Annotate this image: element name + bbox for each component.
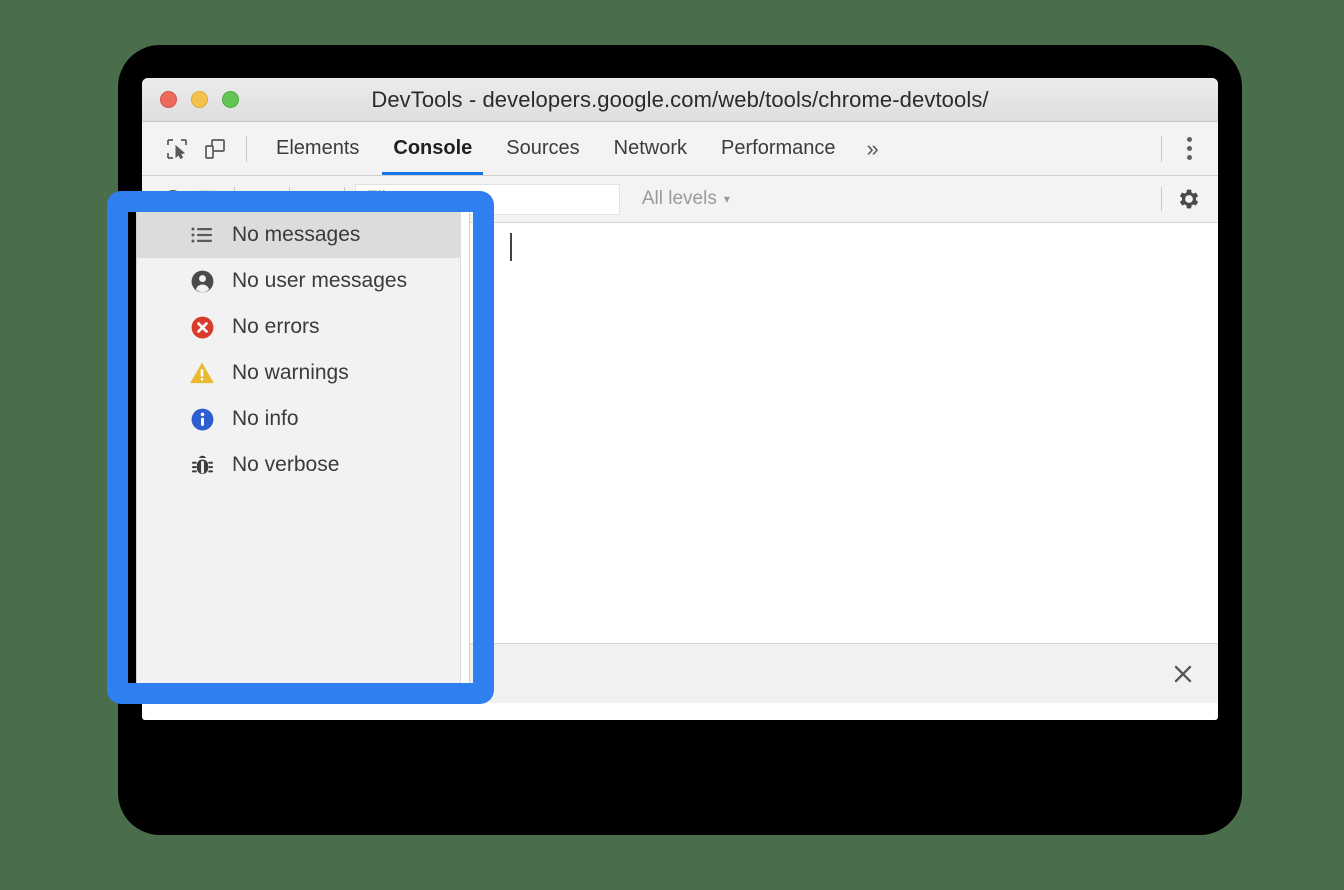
context-selector-caret-icon[interactable]: ▼: [245, 191, 279, 207]
error-icon: [189, 314, 215, 340]
menu-scrollbar[interactable]: [460, 212, 469, 683]
traffic-lights: [142, 91, 239, 108]
tab-sources[interactable]: Sources: [489, 122, 596, 175]
tabbar-divider: [246, 135, 247, 162]
bug-icon: [189, 452, 215, 478]
tab-network[interactable]: Network: [597, 122, 704, 175]
tabs-overflow-icon[interactable]: »: [853, 122, 893, 175]
menu-item-no-user-messages[interactable]: No user messages: [137, 258, 469, 304]
log-levels-label: All levels: [641, 188, 717, 209]
device-toolbar-icon[interactable]: [196, 130, 234, 168]
menu-item-no-warnings[interactable]: No warnings: [137, 350, 469, 396]
console-sidebar-menu: No messages No user messages No errors N…: [136, 212, 470, 684]
menu-item-no-info[interactable]: No info: [137, 396, 469, 442]
gear-icon[interactable]: [1172, 182, 1206, 216]
toolbar-divider-4: [1161, 187, 1162, 211]
console-sidebar-icon[interactable]: [190, 182, 224, 216]
window-titlebar: DevTools - developers.google.com/web/too…: [142, 78, 1218, 122]
menu-item-label: No verbose: [232, 453, 340, 476]
inspect-element-icon[interactable]: [158, 130, 196, 168]
menu-item-no-messages[interactable]: No messages: [137, 212, 469, 258]
more-vertical-icon[interactable]: [1174, 132, 1204, 166]
console-prompt-caret: [510, 233, 512, 261]
menu-item-label: No info: [232, 407, 299, 430]
log-levels-dropdown[interactable]: All levels ▾: [642, 188, 730, 210]
filter-input[interactable]: Filter: [354, 183, 620, 215]
window-title: DevTools - developers.google.com/web/too…: [371, 86, 989, 112]
eye-icon[interactable]: [300, 182, 334, 216]
list-icon: [189, 222, 215, 248]
menu-item-label: No user messages: [232, 269, 408, 292]
clear-console-icon[interactable]: [156, 182, 190, 216]
zoom-window-icon[interactable]: [222, 91, 239, 108]
info-icon: [189, 406, 215, 432]
tab-elements[interactable]: Elements: [259, 122, 376, 175]
tab-console[interactable]: Console: [376, 122, 489, 175]
close-drawer-icon[interactable]: [1170, 661, 1196, 687]
toolbar-divider-1: [234, 187, 235, 211]
tabbar-divider-right: [1161, 135, 1162, 162]
menu-item-label: No messages: [232, 223, 361, 246]
tab-performance[interactable]: Performance: [704, 122, 853, 175]
close-window-icon[interactable]: [160, 91, 177, 108]
chevron-down-icon: ▾: [723, 192, 730, 206]
person-icon: [189, 268, 215, 294]
toolbar-divider-3: [343, 187, 345, 211]
menu-item-label: No warnings: [232, 361, 349, 384]
drawer-active-tab-underline: [222, 699, 362, 703]
menu-item-no-verbose[interactable]: No verbose: [137, 442, 469, 488]
menu-item-no-errors[interactable]: No errors: [137, 304, 469, 350]
toolbar-divider-2: [288, 187, 290, 211]
devtools-tabbar: Elements Console Sources Network Perform…: [142, 122, 1218, 176]
minimize-window-icon[interactable]: [191, 91, 208, 108]
menu-item-label: No errors: [232, 315, 320, 338]
devtools-tabs: Elements Console Sources Network Perform…: [259, 122, 893, 175]
warning-icon: [189, 360, 215, 386]
